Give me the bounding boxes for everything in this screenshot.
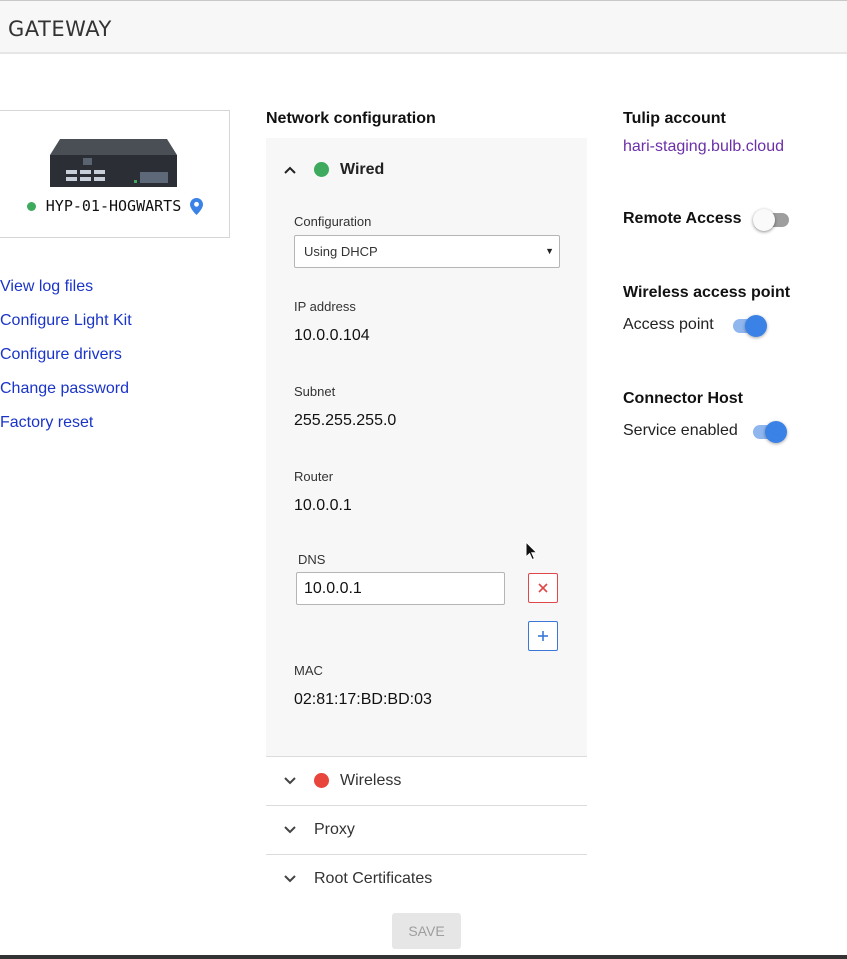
service-enabled-toggle[interactable] (751, 420, 787, 444)
change-password-link[interactable]: Change password (0, 379, 132, 413)
close-icon (538, 583, 548, 593)
ip-address-label: IP address (294, 299, 356, 314)
dns-input[interactable] (296, 572, 505, 605)
chevron-up-icon (266, 166, 314, 174)
toggle-knob (753, 209, 775, 231)
subnet-value: 255.255.255.0 (294, 412, 397, 429)
configure-light-kit-link[interactable]: Configure Light Kit (0, 311, 132, 345)
top-bar: GATEWAY (0, 0, 847, 54)
wireless-access-point-title: Wireless access point (623, 284, 791, 301)
wireless-label: Wireless (340, 771, 402, 789)
service-enabled-label: Service enabled (623, 422, 738, 439)
wired-label: Wired (340, 160, 385, 178)
ip-address-value: 10.0.0.104 (294, 327, 370, 344)
access-point-label: Access point (623, 316, 714, 333)
device-status-dot (26, 201, 36, 211)
map-pin-icon[interactable] (190, 197, 204, 215)
view-log-files-link[interactable]: View log files (0, 277, 132, 311)
device-links: View log files Configure Light Kit Confi… (0, 277, 132, 447)
gateway-device-image (50, 139, 177, 187)
router-value: 10.0.0.1 (294, 497, 352, 514)
wireless-accordion-header[interactable]: Wireless (266, 756, 587, 805)
wireless-status-dot (314, 773, 329, 788)
plus-icon (538, 631, 548, 641)
configuration-select-value: Using DHCP (304, 244, 378, 259)
chevron-down-icon (266, 874, 314, 883)
connector-host-title: Connector Host (623, 390, 743, 407)
app-title: GATEWAY (8, 17, 112, 41)
device-name: HYP-01-HOGWARTS (45, 197, 182, 215)
bottom-border (0, 955, 847, 959)
chevron-down-icon (266, 825, 314, 834)
configuration-select[interactable]: Using DHCP ▼ (294, 235, 560, 268)
proxy-accordion-header[interactable]: Proxy (266, 805, 587, 854)
device-info: HYP-01-HOGWARTS (0, 197, 231, 215)
dns-label: DNS (298, 552, 326, 567)
access-point-toggle[interactable] (731, 314, 767, 338)
remote-access-title: Remote Access (623, 210, 742, 227)
remove-dns-button[interactable] (528, 573, 558, 603)
mac-value: 02:81:17:BD:BD:03 (294, 691, 432, 708)
remote-access-toggle[interactable] (753, 208, 791, 232)
mac-label: MAC (294, 663, 323, 678)
tulip-account-link[interactable]: hari-staging.bulb.cloud (623, 138, 784, 156)
configuration-label: Configuration (294, 214, 372, 229)
root-certificates-label: Root Certificates (314, 869, 433, 887)
chevron-down-icon (266, 776, 314, 785)
wired-status-dot (314, 162, 329, 177)
dropdown-arrow-icon: ▼ (545, 246, 554, 256)
configure-drivers-link[interactable]: Configure drivers (0, 345, 132, 379)
tulip-account-title: Tulip account (623, 110, 726, 127)
factory-reset-link[interactable]: Factory reset (0, 413, 132, 447)
router-label: Router (294, 469, 334, 484)
mouse-cursor-icon (525, 541, 538, 561)
add-dns-button[interactable] (528, 621, 558, 651)
device-card: HYP-01-HOGWARTS (0, 110, 230, 238)
proxy-label: Proxy (314, 820, 355, 838)
subnet-label: Subnet (294, 384, 336, 399)
network-configuration-title: Network configuration (266, 110, 436, 127)
save-button[interactable]: SAVE (392, 913, 461, 949)
wired-accordion-header[interactable]: Wired (266, 145, 587, 194)
toggle-knob (765, 421, 787, 443)
root-certificates-accordion-header[interactable]: Root Certificates (266, 854, 587, 903)
toggle-knob (745, 315, 767, 337)
